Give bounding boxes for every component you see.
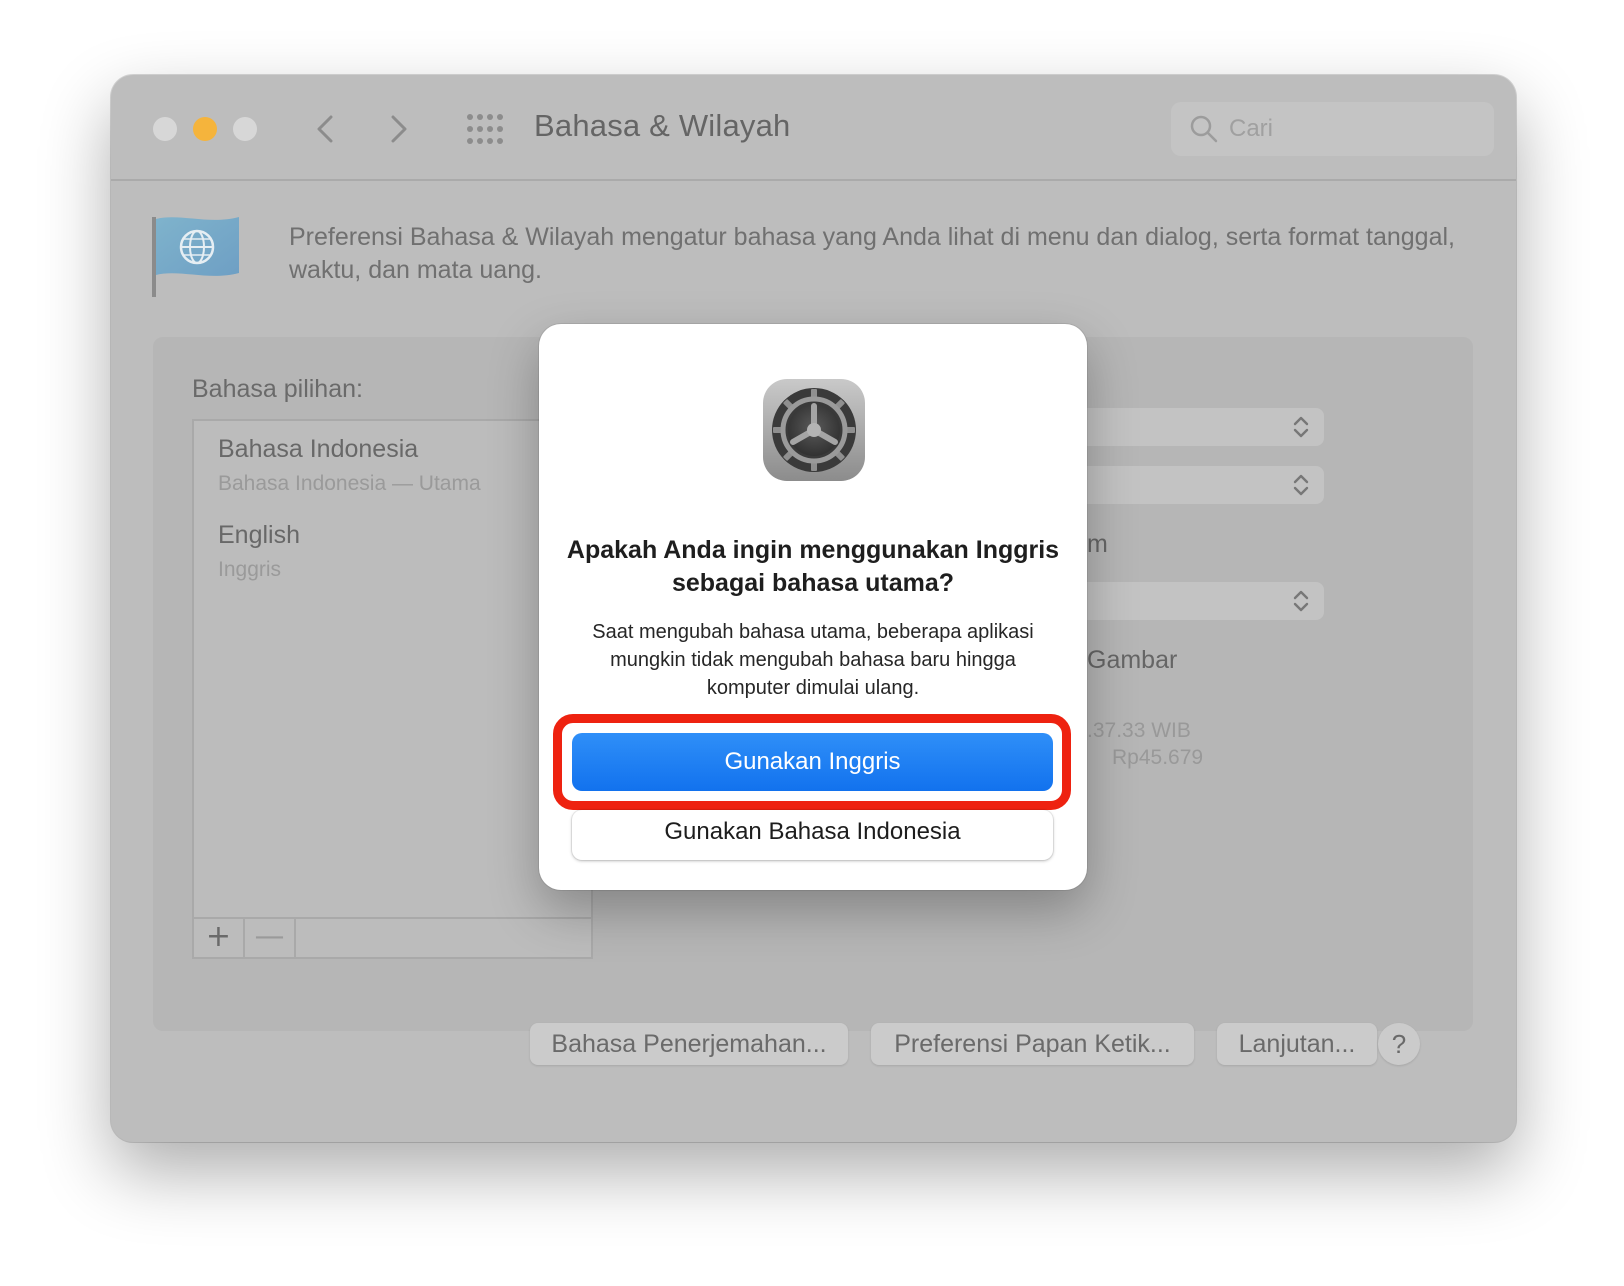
time-format-label-fragment: m (1087, 530, 1108, 558)
search-input[interactable] (1229, 110, 1469, 148)
up-down-chevron-icon (1293, 416, 1309, 438)
system-preferences-gear-icon (763, 379, 865, 481)
up-down-chevron-icon (1293, 474, 1309, 496)
preferred-languages-label: Bahasa pilihan: (192, 375, 363, 403)
grid-icon (467, 114, 503, 144)
minimize-window-button[interactable] (193, 117, 217, 141)
add-language-button[interactable]: + (194, 919, 245, 957)
currency-sample: Rp45.679 (1112, 746, 1204, 769)
use-english-button[interactable]: Gunakan Inggris (572, 733, 1053, 791)
back-button[interactable] (305, 109, 345, 149)
list-item[interactable]: English Inggris (218, 521, 300, 582)
up-down-chevron-icon (1293, 590, 1309, 612)
time-sample: .37.33 WIB (1087, 719, 1191, 742)
chevron-left-icon (317, 115, 333, 143)
keyboard-preferences-button[interactable]: Preferensi Papan Ketik... (871, 1023, 1194, 1065)
list-footer: + — (194, 917, 591, 957)
forward-button[interactable] (379, 109, 419, 149)
first-day-popup[interactable] (1071, 466, 1324, 504)
pane-description: Preferensi Bahasa & Wilayah mengatur bah… (289, 223, 1455, 284)
search-field[interactable] (1171, 102, 1494, 156)
window-title: Bahasa & Wilayah (534, 108, 791, 143)
live-text-label-fragment: Gambar (1087, 646, 1178, 674)
remove-language-button[interactable]: — (245, 919, 296, 957)
zoom-window-button[interactable] (233, 117, 257, 141)
title-bar: Bahasa & Wilayah (111, 75, 1516, 181)
preferred-languages-list[interactable]: Bahasa Indonesia Bahasa Indonesia — Utam… (192, 419, 593, 959)
language-subtitle: Inggris (218, 558, 282, 581)
language-name: Bahasa Indonesia (218, 435, 419, 463)
use-indonesian-button[interactable]: Gunakan Bahasa Indonesia (572, 810, 1053, 860)
language-name: English (218, 521, 300, 549)
dialog-title: Apakah Anda ingin menggunakan Inggris se… (566, 536, 1060, 597)
flag-globe-icon (152, 217, 239, 297)
help-button[interactable]: ? (1378, 1023, 1420, 1065)
region-popup[interactable] (1071, 408, 1324, 446)
close-window-button[interactable] (153, 117, 177, 141)
dialog-message: Saat mengubah bahasa utama, beberapa apl… (592, 621, 1034, 699)
search-icon (1190, 115, 1218, 143)
translation-languages-button[interactable]: Bahasa Penerjemahan... (530, 1023, 848, 1065)
advanced-button[interactable]: Lanjutan... (1217, 1023, 1377, 1065)
change-language-dialog: Apakah Anda ingin menggunakan Inggris se… (539, 324, 1087, 890)
list-item[interactable]: Bahasa Indonesia Bahasa Indonesia — Utam… (218, 435, 481, 496)
language-subtitle: Bahasa Indonesia — Utama (218, 472, 481, 495)
chevron-right-icon (391, 115, 407, 143)
show-all-button[interactable] (464, 111, 504, 147)
calendar-popup[interactable] (1071, 582, 1324, 620)
